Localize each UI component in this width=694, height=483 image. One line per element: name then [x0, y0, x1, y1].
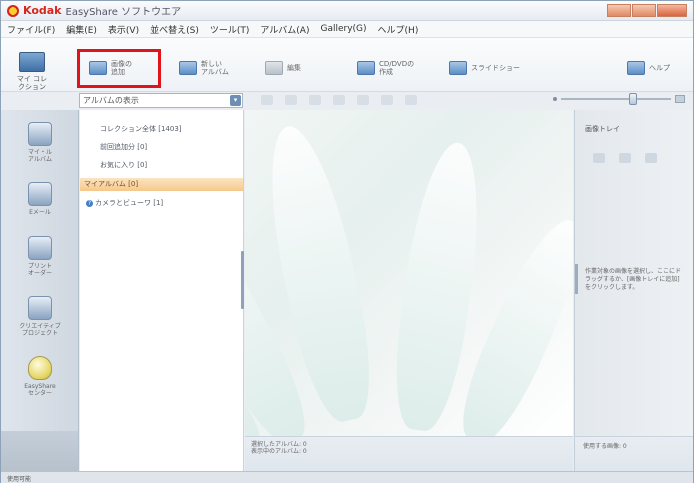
displayed-albums-count: 表示中のアルバム: 0 — [251, 448, 307, 455]
my-collection-label: マイ コレクション — [16, 75, 48, 91]
rail-label: Eメール — [29, 209, 51, 216]
camera-icon: ? — [86, 200, 93, 207]
chevron-down-icon[interactable]: ▾ — [230, 94, 241, 106]
tree-item-label: カメラとビューワ [1] — [95, 199, 164, 207]
edit-icon — [265, 61, 283, 75]
tree-item-last-added[interactable]: 前回追加分 [0] — [100, 142, 147, 152]
tray-add-icon[interactable] — [593, 153, 605, 163]
minimize-button[interactable] — [607, 4, 631, 17]
tray-help-text: 作業対象の画像を選択し、ここにドラッグするか、[画像トレイに追加]をクリックしま… — [585, 268, 682, 291]
lightbulb-icon — [28, 356, 52, 380]
menu-tools[interactable]: ツール(T) — [210, 23, 250, 36]
creative-projects-icon — [28, 296, 52, 320]
main-toolbar: マイ コレクション 画像の 追加 新しい アルバム 編集 CD/DVDの 作成 … — [1, 38, 693, 92]
tree-item-all-collection[interactable]: コレクション全体 [1403] — [100, 124, 182, 134]
rail-label: プリント オーダー — [27, 263, 52, 277]
rail-item-print-at-home[interactable]: マイ・ル アルバム — [9, 122, 71, 163]
slideshow-button[interactable]: スライドショー — [449, 55, 520, 81]
search-icon[interactable] — [381, 95, 393, 105]
rotate-right-icon[interactable] — [285, 95, 297, 105]
new-album-icon — [179, 61, 197, 75]
maximize-button[interactable] — [632, 4, 656, 17]
tree-item-favorites[interactable]: お気に入り [0] — [100, 160, 147, 170]
menu-gallery[interactable]: Gallery(G) — [320, 24, 366, 34]
panel-splitter[interactable] — [241, 251, 244, 309]
window-title: EasyShare ソフトウエア — [65, 7, 182, 18]
close-button[interactable] — [657, 4, 687, 17]
printer-icon — [28, 122, 52, 146]
view-tools — [261, 95, 417, 105]
favorite-icon[interactable] — [309, 95, 321, 105]
rotate-left-icon[interactable] — [261, 95, 273, 105]
app-window: Kodak EasyShare ソフトウエア ファイル(F) 編集(E) 表示(… — [0, 0, 694, 483]
slideshow-label: スライドショー — [471, 64, 520, 72]
picture-tray: 画像トレイ 作業対象の画像を選択し、ここにドラッグするか、[画像トレイに追加]を… — [574, 110, 693, 436]
album-tree: コレクション全体 [1403] 前回追加分 [0] お気に入り [0] マイアル… — [80, 110, 244, 471]
new-album-button[interactable]: 新しい アルバム — [179, 55, 229, 81]
tray-tools — [593, 153, 657, 163]
delete-icon[interactable] — [333, 95, 345, 105]
rail-item-easyshare-center[interactable]: EasyShare センター — [9, 356, 71, 397]
menu-edit[interactable]: 編集(E) — [66, 23, 97, 36]
menu-file[interactable]: ファイル(F) — [7, 23, 55, 36]
brand-name: Kodak — [23, 4, 62, 17]
rail-item-email[interactable]: Eメール — [9, 182, 71, 216]
help-button[interactable]: ヘルプ — [627, 55, 670, 81]
zoom-slider[interactable] — [561, 93, 671, 105]
zoom-slider-thumb[interactable] — [629, 93, 637, 105]
menu-sort[interactable]: 並べ替え(S) — [150, 23, 199, 36]
menu-help[interactable]: ヘルプ(H) — [378, 23, 419, 36]
rail-label: マイ・ル アルバム — [27, 149, 52, 163]
album-view-value: アルバムの表示 — [83, 95, 139, 105]
menu-view[interactable]: 表示(V) — [108, 23, 139, 36]
tray-title: 画像トレイ — [585, 125, 620, 133]
rail-label: クリエイティブ プロジェクト — [19, 323, 61, 337]
help-icon — [627, 61, 645, 75]
rail-footer — [1, 431, 78, 471]
highlight-annotation — [77, 49, 161, 88]
tray-splitter[interactable] — [575, 264, 578, 294]
zoom-control — [553, 93, 685, 105]
task-rail: マイ・ル アルバム Eメール プリント オーダー クリエイティブ プロジェクト … — [1, 110, 79, 471]
kodak-logo-icon — [7, 4, 19, 17]
info-icon[interactable] — [357, 95, 369, 105]
rail-label: EasyShare センター — [24, 383, 56, 397]
album-view-select[interactable]: アルバムの表示 ▾ — [79, 92, 243, 108]
tray-status: 使用する画像: 0 — [574, 436, 693, 471]
my-collection-button[interactable]: マイ コレクション — [15, 52, 49, 91]
rail-item-print-order[interactable]: プリント オーダー — [9, 236, 71, 277]
menu-album[interactable]: アルバム(A) — [260, 23, 309, 36]
view-bar: アルバムの表示 ▾ — [79, 90, 693, 110]
cd-dvd-label: CD/DVDの 作成 — [379, 60, 415, 76]
print-order-icon — [28, 236, 52, 260]
content-status-bar: 選択したアルバム: 0 表示中のアルバム: 0 — [245, 436, 573, 471]
tree-item-my-albums[interactable]: マイアルバム [0] — [80, 178, 243, 191]
zoom-in-icon[interactable] — [675, 95, 685, 103]
zoom-out-icon[interactable] — [553, 97, 557, 101]
album-content-area — [245, 110, 573, 436]
rail-item-creative-projects[interactable]: クリエイティブ プロジェクト — [9, 296, 71, 337]
window-controls — [607, 4, 687, 17]
email-icon — [28, 182, 52, 206]
status-bar: 使用可能 — [1, 471, 693, 483]
new-album-label: 新しい アルバム — [201, 60, 229, 76]
slideshow-icon — [449, 61, 467, 75]
tray-clear-icon[interactable] — [645, 153, 657, 163]
tree-item-camera-viewer[interactable]: ? カメラとビューワ [1] — [86, 198, 163, 208]
sort-icon[interactable] — [405, 95, 417, 105]
my-collection-icon — [19, 52, 45, 72]
cd-dvd-button[interactable]: CD/DVDの 作成 — [357, 55, 414, 81]
edit-button[interactable]: 編集 — [265, 55, 301, 81]
menu-bar: ファイル(F) 編集(E) 表示(V) 並べ替え(S) ツール(T) アルバム(… — [1, 21, 693, 38]
help-label: ヘルプ — [649, 64, 670, 72]
tray-remove-icon[interactable] — [619, 153, 631, 163]
title-bar: Kodak EasyShare ソフトウエア — [1, 1, 693, 21]
cd-dvd-icon — [357, 61, 375, 75]
edit-label: 編集 — [287, 64, 301, 72]
selected-albums-count: 選択したアルバム: 0 — [251, 441, 307, 448]
